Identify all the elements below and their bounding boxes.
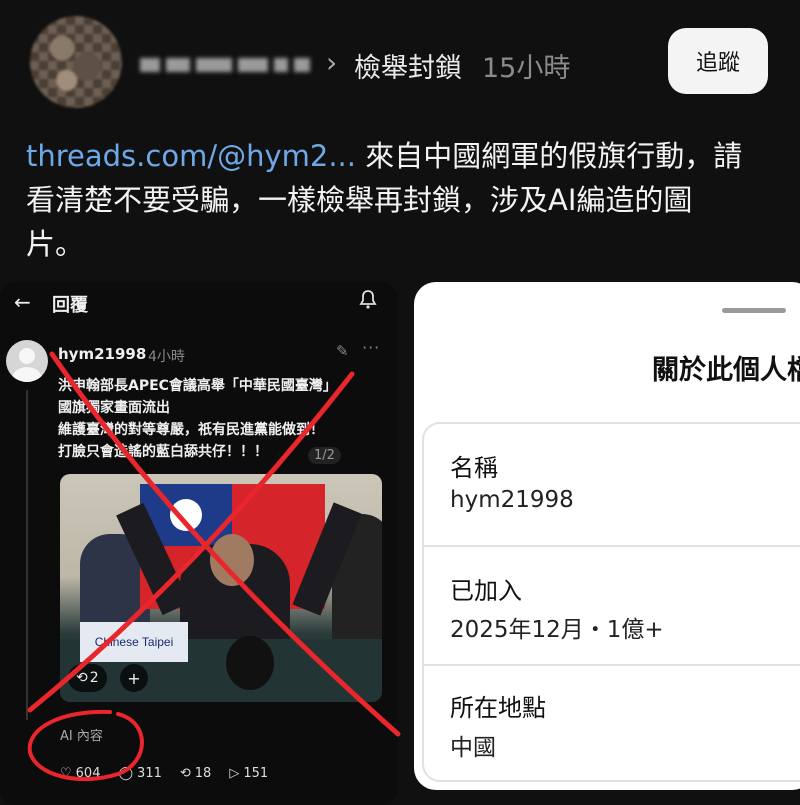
like-count: 604 bbox=[75, 766, 101, 781]
joined-label: 已加入 bbox=[450, 577, 522, 605]
share-button[interactable]: ▷ 151 bbox=[229, 766, 268, 781]
chevron-right-icon: › bbox=[326, 46, 338, 79]
screen-title: 回覆 bbox=[52, 295, 88, 316]
joined-value: 2025年12月・1億+ bbox=[450, 617, 664, 643]
reply-target-name[interactable]: 檢舉封鎖 bbox=[354, 46, 462, 85]
photo-figure bbox=[210, 534, 254, 586]
thread-timestamp: 4小時 bbox=[148, 349, 185, 365]
photo-repost-chip[interactable]: ⟲ 2 bbox=[68, 664, 107, 692]
name-value: hym21998 bbox=[450, 487, 574, 513]
carousel-page-indicator: 1/2 bbox=[308, 447, 341, 464]
about-profile-sheet: 關於此個人檔案 名稱 hym21998 已加入 2025年12月・1億+ 所在地… bbox=[414, 282, 800, 790]
post-timestamp: 15小時 bbox=[482, 53, 571, 84]
post-link[interactable]: threads.com/@hym2... bbox=[26, 139, 356, 173]
post-body: threads.com/@hym2... 來自中國網軍的假旗行動，請 看清楚不要… bbox=[26, 134, 766, 266]
photo-camera bbox=[226, 636, 274, 690]
repost-count: 18 bbox=[194, 766, 212, 781]
pencil-icon[interactable]: ✎ bbox=[336, 342, 349, 360]
heart-icon: ♡ bbox=[60, 766, 72, 781]
attached-screenshot-thread[interactable]: ← 回覆 hym21998 4小時 ✎ ··· 洪申翰部長APEC會議高舉「中華… bbox=[0, 282, 398, 805]
location-value: 中國 bbox=[450, 735, 496, 761]
repost-button[interactable]: ⟲ 18 bbox=[180, 766, 211, 781]
thread-body-line: 洪申翰部長APEC會議高舉「中華民國臺灣」 bbox=[58, 378, 337, 394]
comment-button[interactable]: ◯ 311 bbox=[118, 766, 161, 781]
thread-line bbox=[26, 390, 28, 720]
add-icon[interactable]: + bbox=[120, 664, 148, 692]
back-arrow-icon[interactable]: ← bbox=[14, 290, 31, 314]
thread-body-line: 國旗獨家畫面流出 bbox=[58, 400, 170, 416]
avatar[interactable] bbox=[30, 16, 122, 108]
like-button[interactable]: ♡ 604 bbox=[60, 766, 100, 781]
name-label: 名稱 bbox=[450, 454, 498, 482]
post-text-line2: 看清楚不要受騙，一樣檢舉再封鎖，涉及AI編造的圖 bbox=[26, 183, 693, 217]
divider bbox=[422, 664, 800, 666]
bell-icon[interactable] bbox=[356, 288, 380, 312]
follow-button[interactable]: 追蹤 bbox=[668, 28, 768, 94]
sheet-drag-handle[interactable] bbox=[722, 308, 786, 313]
divider bbox=[422, 545, 800, 547]
repost-icon: ⟲ bbox=[179, 766, 191, 781]
thread-action-bar: ♡ 604 ◯ 311 ⟲ 18 ▷ 151 bbox=[60, 766, 268, 781]
post-text-line1: 來自中國網軍的假旗行動，請 bbox=[356, 139, 743, 173]
share-count: 151 bbox=[243, 766, 269, 781]
attached-photo[interactable]: Chinese Taipei ⟲ 2 + bbox=[60, 474, 382, 702]
post-text-line3: 片。 bbox=[26, 227, 85, 261]
thread-body-line: 維護臺灣的對等尊嚴，祇有民進黨能做到！ bbox=[58, 422, 324, 438]
repost-icon: ⟲ bbox=[76, 670, 88, 686]
thread-username[interactable]: hym21998 bbox=[58, 345, 146, 363]
sheet-title: 關於此個人檔案 bbox=[652, 355, 800, 386]
share-icon: ▷ bbox=[229, 766, 240, 781]
photo-chip-count: 2 bbox=[89, 670, 99, 686]
ai-content-label: AI 內容 bbox=[60, 729, 103, 744]
nameplate: Chinese Taipei bbox=[80, 622, 188, 662]
default-avatar[interactable] bbox=[6, 340, 48, 382]
location-label: 所在地點 bbox=[450, 694, 546, 722]
comment-count: 311 bbox=[137, 766, 162, 781]
comment-icon: ◯ bbox=[118, 766, 134, 781]
more-icon[interactable]: ··· bbox=[362, 338, 380, 357]
username-redacted bbox=[140, 58, 310, 72]
